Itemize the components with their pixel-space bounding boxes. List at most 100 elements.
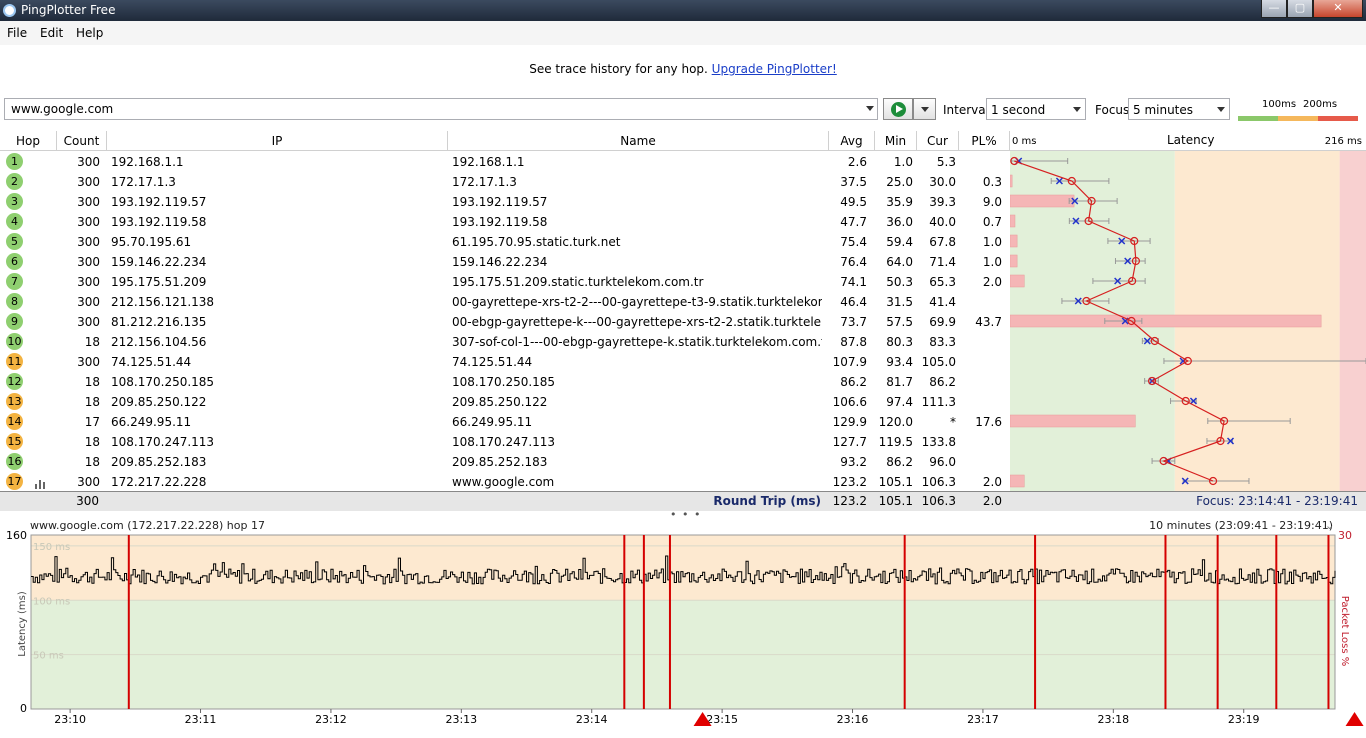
hop-count: 300 (77, 215, 100, 229)
hop-pl: 1.0 (982, 235, 1002, 249)
hop-number-badge[interactable]: 10 (6, 333, 23, 350)
hop-number-badge[interactable]: 13 (6, 393, 23, 410)
hop-min: 36.0 (886, 215, 913, 229)
hop-ip: 66.249.95.11 (111, 415, 192, 429)
col-header-count[interactable]: Count (57, 131, 107, 151)
hop-number-badge[interactable]: 6 (6, 253, 23, 270)
hop-number-badge[interactable]: 3 (6, 193, 23, 210)
upgrade-banner: See trace history for any hop. Upgrade P… (0, 62, 1366, 76)
col-header-hop[interactable]: Hop (0, 131, 57, 151)
table-row[interactable]: 7 300 195.175.51.209 195.175.51.209.static.… (0, 272, 1010, 292)
hop-pl: 9.0 (982, 195, 1002, 209)
hop-name: 192.168.1.1 (452, 155, 525, 169)
packet-loss-bar (1010, 254, 1018, 268)
latency-scale-max: 216 ms (1324, 136, 1362, 147)
hop-ip: 108.170.250.185 (111, 375, 215, 389)
hop-number-badge[interactable]: 15 (6, 433, 23, 450)
x-axis-tick-label: 23:15 (706, 713, 738, 726)
hop-cur: 65.3 (929, 275, 956, 289)
start-trace-button[interactable] (883, 98, 913, 120)
focus-select[interactable]: 5 minutes (1128, 98, 1230, 120)
menu-help[interactable]: Help (76, 26, 103, 40)
hop-count: 300 (77, 235, 100, 249)
history-band-label: 150 ms (33, 542, 70, 553)
hop-min: 105.1 (878, 475, 913, 489)
hop-number-badge[interactable]: 2 (6, 173, 23, 190)
table-row[interactable]: 10 18 212.156.104.56 307-sof-col-1---00-ebg… (0, 332, 1010, 352)
table-row[interactable]: 2 300 172.17.1.3 172.17.1.3 37.5 25.0 30.0 0.3 (0, 172, 1010, 192)
focus-window-marker (1345, 712, 1364, 726)
table-row[interactable]: 17 300 172.217.22.228 www.google.com 123.2 10… (0, 472, 1010, 492)
hop-number-badge[interactable]: 4 (6, 213, 23, 230)
target-input[interactable]: www.google.com (4, 98, 878, 120)
table-row[interactable]: 12 18 108.170.250.185 108.170.250.185 86.2 81… (0, 372, 1010, 392)
hop-number-badge[interactable]: 16 (6, 453, 23, 470)
table-row[interactable]: 15 18 108.170.247.113 108.170.247.113 127.7 1… (0, 432, 1010, 452)
x-axis-tick-label: 23:13 (445, 713, 477, 726)
table-row[interactable]: 3 300 193.192.119.57 193.192.119.57 49.5 35.9… (0, 192, 1010, 212)
hop-avg: 73.7 (840, 315, 867, 329)
summary-count: 300 (76, 494, 99, 508)
col-header-ip[interactable]: IP (107, 131, 448, 151)
chevron-down-icon (1217, 107, 1225, 112)
y2-axis-label: Packet Loss % (1339, 596, 1350, 667)
hop-pl: 2.0 (982, 275, 1002, 289)
interval-select[interactable]: 1 second (986, 98, 1086, 120)
start-options-dropdown[interactable] (913, 98, 936, 120)
col-header-latency[interactable]: 0 ms Latency 216 ms (1010, 131, 1366, 151)
table-row[interactable]: 9 300 81.212.216.135 00-ebgp-gayrettepe-k--… (0, 312, 1010, 332)
col-header-cur[interactable]: Cur (917, 131, 959, 151)
hop-avg: 74.1 (840, 275, 867, 289)
history-graph: 150 ms 100 ms 50 ms 160 0 30 Latency (ms) Packe… (6, 531, 1364, 726)
hop-number-badge[interactable]: 8 (6, 293, 23, 310)
table-row[interactable]: 6 300 159.146.22.234 159.146.22.234 76.4 64.0… (0, 252, 1010, 272)
col-header-pl[interactable]: PL% (959, 131, 1010, 151)
y-axis-label: Latency (ms) (17, 591, 28, 657)
hop-cur: 67.8 (929, 235, 956, 249)
hop-name: 195.175.51.209.static.turktelekom.com.tr (452, 275, 704, 289)
table-row[interactable]: 14 17 66.249.95.11 66.249.95.11 129.9 120.0 * 1… (0, 412, 1010, 432)
hop-number-badge[interactable]: 11 (6, 353, 23, 370)
table-row[interactable]: 13 18 209.85.250.122 209.85.250.122 106.6 97.… (0, 392, 1010, 412)
x-axis-tick-label: 23:19 (1228, 713, 1260, 726)
packet-loss-bar (1010, 174, 1013, 188)
minimize-button[interactable]: — (1261, 0, 1287, 18)
table-row[interactable]: 11 300 74.125.51.44 74.125.51.44 107.9 93.4 10… (0, 352, 1010, 372)
hop-avg: 106.6 (832, 395, 867, 409)
hop-min: 64.0 (886, 255, 913, 269)
hop-ip: 195.175.51.209 (111, 275, 207, 289)
table-row[interactable]: 1 300 192.168.1.1 192.168.1.1 2.6 1.0 5.3 (0, 152, 1010, 172)
table-row[interactable]: 8 300 212.156.121.138 00-gayrettepe-xrs-t2-… (0, 292, 1010, 312)
hop-number-badge[interactable]: 1 (6, 153, 23, 170)
col-header-name[interactable]: Name (448, 131, 829, 151)
menu-edit[interactable]: Edit (40, 26, 63, 40)
hop-name: 193.192.119.58 (452, 215, 548, 229)
hop-number-badge[interactable]: 7 (6, 273, 23, 290)
hop-number-badge[interactable]: 9 (6, 313, 23, 330)
history-band-label: 100 ms (33, 596, 70, 607)
hop-pl: 2.0 (982, 475, 1002, 489)
table-row[interactable]: 4 300 193.192.119.58 193.192.119.58 47.7 36.0… (0, 212, 1010, 232)
y-axis-min: 0 (20, 702, 27, 715)
hop-number-badge[interactable]: 12 (6, 373, 23, 390)
close-button[interactable]: ✕ (1313, 0, 1363, 18)
maximize-button[interactable]: ▢ (1287, 0, 1313, 18)
hop-number-badge[interactable]: 5 (6, 233, 23, 250)
table-row[interactable]: 16 18 209.85.252.183 209.85.252.183 93.2 86.2… (0, 452, 1010, 472)
hop-count: 300 (77, 295, 100, 309)
table-row[interactable]: 5 300 95.70.195.61 61.195.70.95.static.turk… (0, 232, 1010, 252)
hop-number-badge[interactable]: 17 (6, 473, 23, 490)
upgrade-link[interactable]: Upgrade PingPlotter! (712, 62, 837, 76)
hop-avg: 47.7 (840, 215, 867, 229)
chevron-down-icon[interactable] (866, 106, 874, 111)
hop-avg: 87.8 (840, 335, 867, 349)
x-axis-tick-label: 23:10 (54, 713, 86, 726)
hop-number-badge[interactable]: 14 (6, 413, 23, 430)
bar-chart-icon[interactable] (35, 478, 46, 489)
pane-splitter[interactable]: • • • (0, 508, 1366, 521)
hop-min: 57.5 (886, 315, 913, 329)
col-header-avg[interactable]: Avg (829, 131, 875, 151)
summary-label: Round Trip (ms) (713, 494, 821, 508)
col-header-min[interactable]: Min (875, 131, 917, 151)
menu-file[interactable]: File (7, 26, 27, 40)
